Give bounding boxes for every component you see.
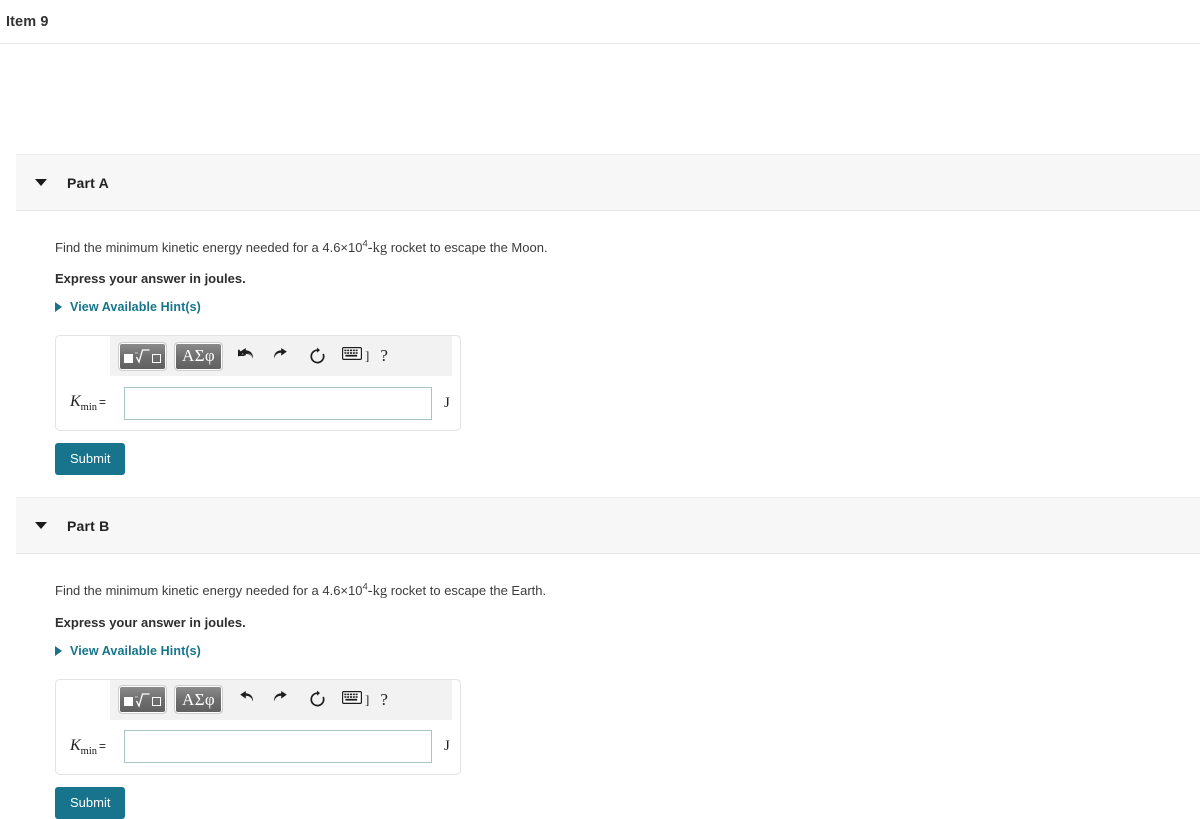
variable-equals-b: =: [99, 738, 107, 753]
variable-label-a: Kmin =: [70, 393, 124, 413]
question-text-b: Find the minimum kinetic energy needed f…: [55, 583, 1200, 600]
caret-down-icon[interactable]: [24, 522, 58, 530]
math-template-icon: ▫: [124, 692, 161, 708]
math-template-icon: ▫: [124, 348, 161, 365]
svg-text:▫: ▫: [135, 349, 137, 357]
submit-button-a[interactable]: Submit: [55, 443, 126, 476]
view-hints-label-b: View Available Hint(s): [70, 643, 201, 658]
part-section-a: Part A Find the minimum kinetic energy n…: [0, 154, 1200, 476]
question-unit-a: -kg: [367, 240, 388, 256]
variable-subscript-a: min: [80, 402, 98, 414]
page-title: Item 9: [6, 13, 49, 30]
question-suffix-a: rocket to escape the Moon.: [387, 240, 548, 255]
part-header-a[interactable]: Part A: [16, 154, 1200, 211]
view-hints-link-b[interactable]: View Available Hint(s): [55, 644, 201, 658]
variable-subscript-b: min: [80, 745, 98, 757]
caret-right-icon: [55, 302, 62, 313]
greek-symbols-label-b: ΑΣφ: [182, 689, 215, 709]
question-value-b: 4.6×10: [322, 583, 363, 599]
redo-icon[interactable]: [266, 342, 296, 370]
variable-equals-a: =: [99, 395, 107, 410]
answer-widget-a: ▫ ΑΣφ] ? Kmin = J: [55, 335, 461, 432]
greek-symbols-button-a[interactable]: ΑΣφ: [174, 341, 223, 371]
undo-icon[interactable]: [230, 686, 260, 714]
question-text-a: Find the minimum kinetic energy needed f…: [55, 239, 1200, 257]
variable-symbol-b: K: [70, 736, 81, 754]
part-section-b: Part B Find the minimum kinetic energy n…: [0, 497, 1200, 819]
keyboard-shortcuts-button-a[interactable]: ]: [342, 347, 369, 365]
reset-icon[interactable]: [302, 686, 332, 714]
question-value-a: 4.6×10: [322, 240, 363, 255]
math-template-button-b[interactable]: ▫: [118, 685, 167, 715]
part-spacer: [0, 475, 1200, 497]
answer-row-a: Kmin = J: [56, 376, 460, 430]
part-label-a: Part A: [67, 174, 109, 191]
keyboard-bracket-b: ]: [365, 691, 370, 707]
question-instruction-b: Express your answer in joules.: [55, 614, 246, 630]
greek-symbols-button-b[interactable]: ΑΣφ: [174, 685, 223, 715]
question-suffix-b: rocket to escape the Earth.: [387, 583, 547, 599]
question-prefix-b: Find the minimum kinetic energy needed f…: [55, 583, 323, 599]
view-hints-label-a: View Available Hint(s): [70, 300, 201, 315]
answer-widget-b: ▫ ΑΣφ] ? Kmin = J: [55, 678, 461, 775]
submit-button-b[interactable]: Submit: [55, 786, 126, 819]
redo-icon[interactable]: [266, 686, 296, 714]
math-toolbar-a: ▫ ΑΣφ] ?: [110, 336, 452, 377]
part-label-b: Part B: [67, 517, 110, 534]
view-hints-link-a[interactable]: View Available Hint(s): [55, 300, 201, 314]
answer-row-b: Kmin = J: [56, 720, 460, 774]
keyboard-icon: [342, 347, 362, 365]
item-header: Item 9: [0, 0, 1200, 44]
math-template-button-a[interactable]: ▫: [118, 341, 167, 371]
variable-symbol-a: K: [70, 393, 81, 411]
answer-unit-a: J: [444, 394, 450, 411]
question-prefix-a: Find the minimum kinetic energy needed f…: [55, 240, 323, 255]
answer-input-a[interactable]: [124, 386, 432, 420]
caret-right-icon: [55, 645, 62, 656]
part-body-b: Find the minimum kinetic energy needed f…: [0, 583, 1200, 819]
answer-unit-b: J: [444, 738, 450, 755]
question-instruction-a: Express your answer in joules.: [55, 271, 246, 287]
undo-icon[interactable]: [230, 342, 260, 370]
answer-input-b[interactable]: [124, 730, 432, 764]
help-icon[interactable]: ?: [375, 690, 393, 710]
variable-label-b: Kmin =: [70, 737, 124, 757]
help-icon[interactable]: ?: [375, 346, 393, 366]
header-spacer: [0, 44, 1200, 154]
question-unit-b: -kg: [367, 583, 388, 600]
svg-text:▫: ▫: [135, 693, 137, 701]
math-toolbar-b: ▫ ΑΣφ] ?: [110, 679, 452, 720]
part-header-b[interactable]: Part B: [16, 497, 1200, 555]
caret-down-icon[interactable]: [24, 179, 58, 186]
part-body-a: Find the minimum kinetic energy needed f…: [0, 239, 1200, 476]
greek-symbols-label-a: ΑΣφ: [182, 346, 215, 366]
keyboard-icon: [342, 690, 362, 709]
keyboard-bracket-a: ]: [365, 348, 370, 364]
reset-icon[interactable]: [302, 342, 332, 370]
keyboard-shortcuts-button-b[interactable]: ]: [342, 690, 370, 709]
